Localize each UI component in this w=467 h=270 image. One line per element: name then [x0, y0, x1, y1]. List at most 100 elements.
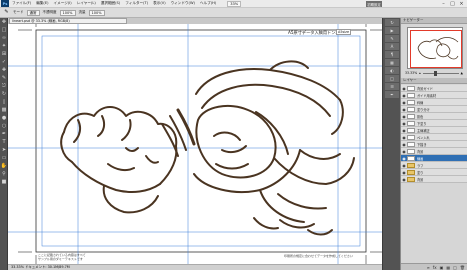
layer-label: 背景 — [417, 177, 424, 182]
navigator-view-box[interactable] — [410, 30, 462, 68]
pen-tool-icon[interactable]: ✒ — [0, 130, 8, 138]
canvas[interactable]: A5原寸データ入稿用トンボ A5size ここに記載されている内容はすべて サン… — [8, 24, 400, 264]
layer-row[interactable]: ◉ ガイド用素材 — [401, 92, 467, 99]
brush-tool-icon[interactable]: ✎ — [0, 74, 8, 82]
navigator-zoom-knob[interactable] — [433, 70, 437, 76]
layers-list: ◉ 背景ガイド ◉ ガイド用素材 ◉ 枠線 ◉ 塗り分け ◉ 影色 ◉ 下塗り ◉ 主線補正 ◉ ペン入れ ◉ 下… — [401, 85, 467, 183]
canvas-artwork[interactable] — [8, 24, 400, 264]
zoom-in-icon[interactable]: ▲ — [461, 71, 463, 75]
layer-row[interactable]: ◉ 線画 — [401, 155, 467, 162]
navigator-thumbnail[interactable] — [407, 27, 463, 69]
layer-row[interactable]: ◉ ラフ — [401, 162, 467, 169]
color-swatch-icon[interactable]: ■ — [0, 178, 8, 186]
layer-row[interactable]: ◉ ペン入れ — [401, 134, 467, 141]
workspace-button[interactable]: 初期設定 — [366, 1, 382, 7]
move-tool-icon[interactable]: ✥ — [0, 18, 8, 26]
swatches-icon[interactable]: ▦ — [385, 59, 399, 66]
layer-label: 塗り分け — [417, 107, 430, 112]
layer-row[interactable]: ◉ 背景 — [401, 148, 467, 155]
shape-tool-icon[interactable]: ▭ — [0, 154, 8, 162]
brush-tool-icon[interactable]: ✎ — [3, 9, 10, 16]
menu-edit[interactable]: 編集(E) — [36, 1, 48, 6]
gradient-tool-icon[interactable]: ▩ — [0, 106, 8, 114]
layer-row[interactable]: ◉ 下塗り — [401, 120, 467, 127]
footer-line-2: サンプル用のダミーテキストです — [38, 257, 83, 261]
magic-wand-icon[interactable]: ✦ — [0, 42, 8, 50]
layer-row[interactable]: ◉ 背景ガイド — [401, 85, 467, 92]
layer-thumbnail — [407, 120, 415, 126]
layer-thumbnail — [407, 99, 415, 105]
adjustments-icon[interactable]: ◐ — [385, 67, 399, 74]
brush-presets-icon[interactable]: ✎ — [385, 35, 399, 42]
layer-row[interactable]: ◉ 背景 — [401, 176, 467, 183]
minimize-icon[interactable]: – — [440, 1, 447, 7]
eraser-tool-icon[interactable]: ▯ — [0, 98, 8, 106]
layer-row[interactable]: ◉ 下描き — [401, 141, 467, 148]
type-tool-icon[interactable]: T — [0, 138, 8, 146]
zoom-tool-icon[interactable]: ⚲ — [0, 170, 8, 178]
link-layers-icon[interactable]: ∞ — [426, 265, 429, 270]
menu-image[interactable]: イメージ(I) — [54, 1, 72, 6]
navigator-panel-title[interactable]: ナビゲーター — [401, 18, 467, 24]
layer-thumbnail — [407, 106, 415, 112]
masks-icon[interactable]: ◯ — [385, 75, 399, 82]
menu-help[interactable]: ヘルプ(H) — [200, 1, 216, 6]
dodge-tool-icon[interactable]: ○ — [0, 122, 8, 130]
layer-thumbnail — [407, 127, 415, 133]
mode-select[interactable]: 通常 — [26, 9, 40, 16]
layer-label: 影色 — [417, 114, 424, 119]
hand-tool-icon[interactable]: ✋ — [0, 162, 8, 170]
new-layer-icon[interactable]: □ — [453, 265, 457, 270]
lasso-tool-icon[interactable]: ∞ — [0, 34, 8, 42]
menu-layer[interactable]: レイヤー(L) — [77, 1, 96, 6]
layer-row[interactable]: ◉ 枠線 — [401, 99, 467, 106]
history-icon[interactable]: ↻ — [385, 19, 399, 26]
layer-label: 背景 — [417, 149, 424, 154]
new-group-icon[interactable]: ▦ — [446, 265, 450, 270]
history-brush-icon[interactable]: ↻ — [0, 90, 8, 98]
layer-thumbnail — [407, 141, 415, 147]
trim-frame — [35, 29, 367, 253]
crop-tool-icon[interactable]: ⊞ — [0, 50, 8, 58]
flow-input[interactable]: 100% — [88, 9, 105, 16]
footer-note-right: 印刷所の規定に合わせてデータを作成してください — [284, 254, 353, 258]
character-icon[interactable]: A — [385, 43, 399, 50]
opacity-input[interactable]: 100% — [59, 9, 76, 16]
menu-select[interactable]: 選択範囲(S) — [101, 1, 120, 6]
navigator-zoom-value[interactable]: 33.33% — [405, 71, 417, 75]
maximize-icon[interactable]: □ — [449, 1, 456, 7]
tool-panel: ✥ □ ∞ ✦ ⊞ ✓ ✚ ✎ ⎋ ↻ ▯ ▩ ● ○ ✒ T ➤ ▭ ✋ ⚲ … — [0, 18, 8, 270]
paragraph-icon[interactable]: ¶ — [385, 51, 399, 58]
actions-icon[interactable]: ▶ — [385, 27, 399, 34]
menu-file[interactable]: ファイル(F) — [12, 1, 31, 6]
blur-tool-icon[interactable]: ● — [0, 114, 8, 122]
layer-row[interactable]: ◉ 主線補正 — [401, 127, 467, 134]
layer-row[interactable]: ◉ 影色 — [401, 113, 467, 120]
layers-panel-title[interactable]: レイヤー — [401, 78, 467, 84]
paths-icon[interactable]: ✒ — [385, 91, 399, 98]
path-select-icon[interactable]: ➤ — [0, 146, 8, 154]
zoom-out-icon[interactable]: ▴ — [419, 71, 421, 75]
layer-thumbnail — [407, 134, 415, 140]
menu-window[interactable]: ウィンドウ(W) — [171, 1, 195, 6]
channels-icon[interactable]: ☰ — [385, 83, 399, 90]
document-title-text: A5原寸データ入稿用トンボ — [288, 30, 340, 35]
options-bar: ✎ モード 通常 不透明度 100% 流量 100% — [0, 8, 467, 18]
crop-marks — [18, 24, 384, 264]
layer-mask-icon[interactable]: ▣ — [440, 265, 444, 270]
layer-label: ペン入れ — [417, 135, 430, 140]
stamp-tool-icon[interactable]: ⎋ — [0, 82, 8, 90]
close-icon[interactable]: × — [458, 1, 465, 7]
delete-layer-icon[interactable]: 🗑 — [460, 265, 465, 270]
menu-filter[interactable]: フィルター(T) — [125, 1, 148, 6]
healing-tool-icon[interactable]: ✚ — [0, 66, 8, 74]
navigator-zoom-slider[interactable] — [422, 70, 459, 76]
marquee-tool-icon[interactable]: □ — [0, 26, 8, 34]
layer-style-icon[interactable]: fx — [433, 265, 437, 270]
eyedropper-tool-icon[interactable]: ✓ — [0, 58, 8, 66]
layer-row[interactable]: ◉ 塗り — [401, 169, 467, 176]
mode-label: モード — [13, 10, 24, 14]
menu-view[interactable]: 表示(V) — [153, 1, 165, 6]
layer-row[interactable]: ◉ 塗り分け — [401, 106, 467, 113]
zoom-select[interactable]: 33% — [227, 0, 242, 7]
